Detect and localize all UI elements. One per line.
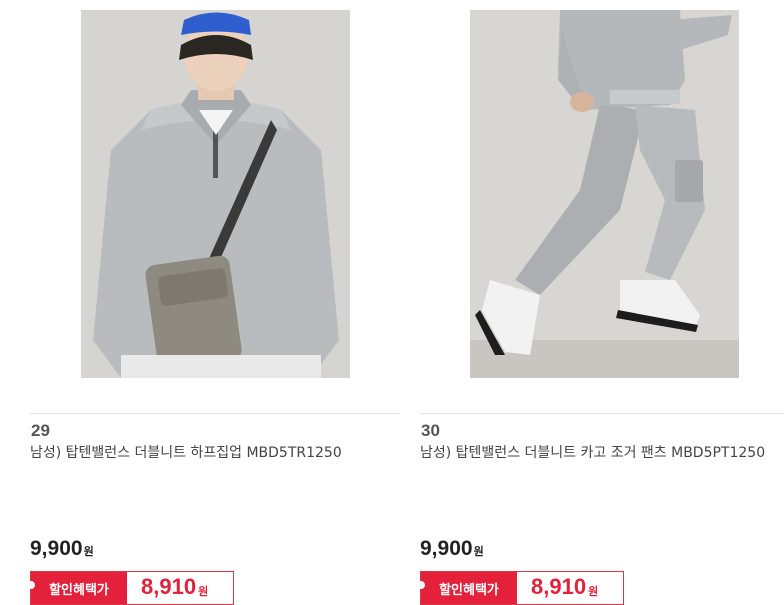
benefit-label-text: 할인혜택가 [49, 582, 109, 598]
dot-icon [27, 581, 35, 589]
benefit-label: 할인혜택가 [417, 572, 517, 604]
price-row: 9,900원 [30, 537, 94, 561]
product-card: 29 남성) 탑텐밸런스 더블니트 하프집업 MBD5TR1250 9,900원… [27, 0, 400, 605]
benefit-label: 할인혜택가 [27, 572, 127, 604]
currency-unit: 원 [198, 586, 209, 598]
price-row: 9,900원 [420, 537, 484, 561]
divider [30, 413, 400, 414]
dot-icon [417, 581, 425, 589]
discount-benefit-box[interactable]: 할인혜택가 8,910 원 [417, 571, 624, 605]
rank-number: 29 [31, 421, 50, 440]
discount-benefit-box[interactable]: 할인혜택가 8,910 원 [27, 571, 234, 605]
benefit-price: 8,910 원 [517, 572, 623, 604]
benefit-price: 8,910 원 [127, 572, 233, 604]
benefit-price-value: 8,910 [141, 574, 197, 599]
product-price: 9,900 [30, 537, 83, 560]
product-name-link[interactable]: 남성) 탑텐밸런스 더블니트 카고 조거 팬츠 MBD5PT1250 [420, 443, 782, 463]
divider [420, 413, 784, 414]
product-name-link[interactable]: 남성) 탑텐밸런스 더블니트 하프집업 MBD5TR1250 [30, 443, 392, 463]
currency-unit: 원 [83, 545, 94, 558]
product-card: 30 남성) 탑텐밸런스 더블니트 카고 조거 팬츠 MBD5PT1250 9,… [417, 0, 784, 605]
product-photo-half-zip [81, 10, 350, 378]
benefit-price-value: 8,910 [531, 574, 587, 599]
rank-number: 30 [421, 421, 440, 440]
currency-unit: 원 [588, 586, 599, 598]
currency-unit: 원 [473, 545, 484, 558]
product-image-link[interactable] [470, 10, 739, 378]
product-image-link[interactable] [81, 10, 350, 378]
product-price: 9,900 [420, 537, 473, 560]
benefit-label-text: 할인혜택가 [439, 582, 499, 598]
product-photo-jogger-pants [470, 10, 739, 378]
